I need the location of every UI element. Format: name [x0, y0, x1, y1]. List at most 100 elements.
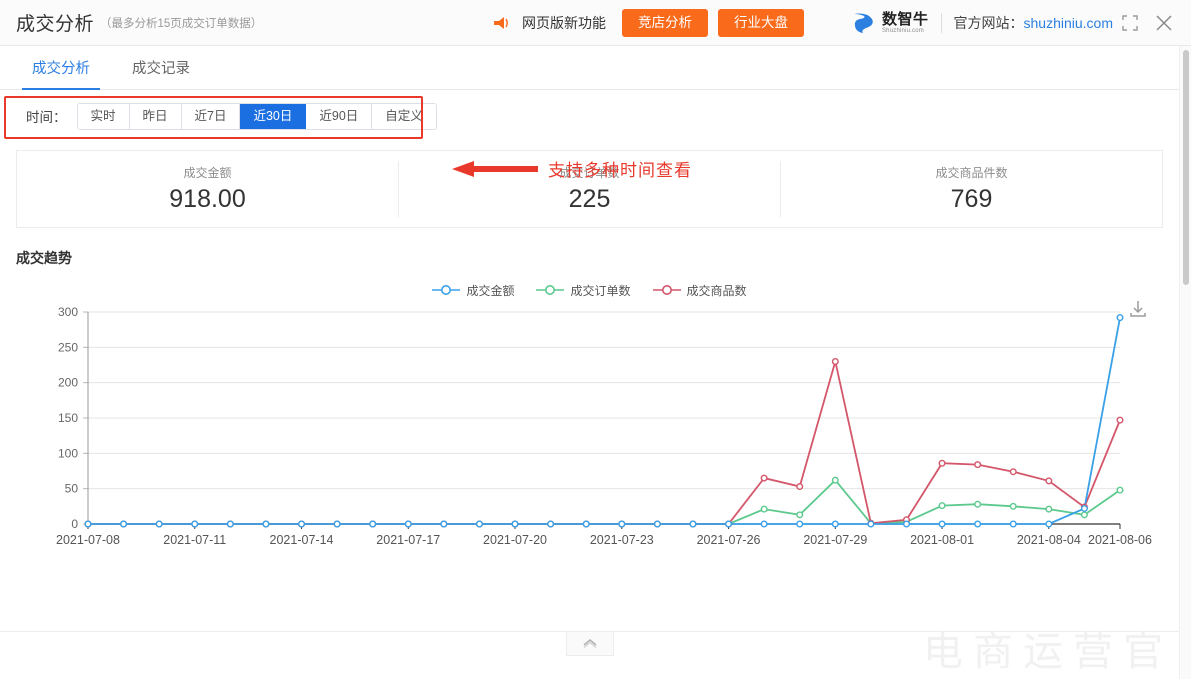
legend-label-1: 成交订单数 [570, 283, 631, 298]
time-option-custom[interactable]: 自定义 [372, 103, 436, 129]
legend-item-2[interactable]: 成交商品数 [652, 282, 747, 299]
legend-item-0[interactable]: 成交金额 [432, 282, 514, 299]
data-point[interactable] [902, 520, 910, 528]
y-tick-label: 300 [58, 305, 78, 319]
data-point[interactable] [1080, 504, 1088, 512]
y-tick-label: 0 [71, 517, 78, 531]
legend-item-1[interactable]: 成交订单数 [536, 282, 631, 299]
series-line-1 [88, 478, 1121, 525]
data-point[interactable] [440, 520, 448, 528]
data-point[interactable] [369, 520, 377, 528]
site-label: 官方网站： [953, 15, 1024, 31]
time-option-90days[interactable]: 近90日 [306, 103, 373, 129]
time-option-yesterday[interactable]: 昨日 [129, 103, 182, 129]
data-point[interactable] [1080, 511, 1088, 519]
data-point[interactable] [1045, 505, 1053, 513]
divider [940, 13, 942, 33]
series-line-2 [88, 361, 1121, 525]
data-point[interactable] [155, 520, 163, 528]
content-area: 成交分析 成交记录 时间： 实时 昨日 近7日 近30日 近90日 自定义 支持… [0, 46, 1179, 679]
tab-bar: 成交分析 成交记录 [0, 46, 1179, 90]
data-point[interactable] [120, 520, 128, 528]
site-link[interactable]: shuzhiniu.com [1024, 15, 1114, 31]
data-point[interactable] [938, 520, 946, 528]
watermark: 电商运营官 [923, 629, 1173, 675]
collapse-button[interactable] [566, 632, 614, 656]
time-option-30days[interactable]: 近30日 [240, 103, 307, 129]
x-tick-label: 2021-08-01 [910, 533, 974, 547]
kpi-items: 成交商品件数 769 [781, 161, 1162, 217]
data-point[interactable] [404, 520, 412, 528]
data-point[interactable] [226, 520, 234, 528]
data-point[interactable] [938, 459, 946, 467]
data-point[interactable] [1116, 416, 1124, 424]
data-point[interactable] [84, 520, 92, 528]
industry-board-button[interactable]: 行业大盘 [718, 9, 804, 37]
filter-bar: 时间： 实时 昨日 近7日 近30日 近90日 自定义 [0, 90, 1179, 142]
y-tick-label: 100 [58, 446, 78, 460]
data-point[interactable] [298, 520, 306, 528]
data-point[interactable] [831, 520, 839, 528]
data-point[interactable] [938, 502, 946, 510]
data-point[interactable] [191, 520, 199, 528]
data-point[interactable] [760, 474, 768, 482]
data-point[interactable] [1009, 520, 1017, 528]
compete-analysis-button[interactable]: 竞店分析 [622, 9, 708, 37]
x-tick-label: 2021-07-20 [483, 533, 547, 547]
data-point[interactable] [475, 520, 483, 528]
chart-section-title: 成交趋势 [16, 250, 72, 266]
tab-chengjiao-fenxi[interactable]: 成交分析 [22, 57, 100, 90]
data-point[interactable] [760, 505, 768, 513]
data-point[interactable] [582, 520, 590, 528]
legend-label-0: 成交金额 [466, 283, 515, 298]
title-bar-right: 数智牛 Shuzhiniu.com 官方网站： shuzhiniu.com [851, 0, 1191, 46]
data-point[interactable] [511, 520, 519, 528]
page-title: 成交分析 [16, 14, 95, 35]
tab-chengjiao-jilu[interactable]: 成交记录 [128, 57, 194, 89]
time-option-realtime[interactable]: 实时 [77, 103, 130, 129]
page-subtitle: （最多分析15页成交订单数据） [100, 17, 263, 30]
close-button[interactable] [1147, 6, 1181, 40]
data-point[interactable] [974, 461, 982, 469]
annotation-text: 支持多种时间查看 [548, 161, 692, 180]
data-point[interactable] [1045, 477, 1053, 485]
data-point[interactable] [1009, 468, 1017, 476]
data-point[interactable] [796, 511, 804, 519]
chart-plot-area: 0 50 100 150 200 250 300 2021-07-08 2021-07-11 20… [16, 304, 1163, 554]
kpi-amount-value: 918.00 [169, 185, 246, 213]
kpi-amount-label: 成交金额 [183, 166, 232, 180]
data-point[interactable] [1116, 486, 1124, 494]
y-tick-label: 150 [58, 411, 78, 425]
data-point[interactable] [547, 520, 555, 528]
brand-sub: Shuzhiniu.com [881, 28, 924, 34]
data-point[interactable] [1009, 502, 1017, 510]
data-point[interactable] [1116, 314, 1124, 322]
data-point[interactable] [796, 520, 804, 528]
data-point[interactable] [974, 520, 982, 528]
data-point[interactable] [974, 500, 982, 508]
time-option-7days[interactable]: 近7日 [181, 103, 241, 129]
data-point[interactable] [796, 483, 804, 491]
data-point[interactable] [725, 520, 733, 528]
scrollbar-thumb[interactable] [1183, 50, 1189, 285]
data-point[interactable] [689, 520, 697, 528]
data-point[interactable] [262, 520, 270, 528]
vertical-scrollbar[interactable] [1179, 46, 1191, 679]
x-tick-label: 2021-07-29 [803, 533, 867, 547]
fullscreen-button[interactable] [1113, 6, 1147, 40]
data-point[interactable] [653, 520, 661, 528]
data-point[interactable] [618, 520, 626, 528]
data-point[interactable] [333, 520, 341, 528]
fullscreen-icon [1122, 15, 1138, 31]
data-point[interactable] [867, 520, 875, 528]
x-tick-label: 2021-07-23 [590, 533, 654, 547]
data-point[interactable] [1045, 520, 1053, 528]
data-point[interactable] [760, 520, 768, 528]
title-bar: 成交分析 （最多分析15页成交订单数据） 网页版新功能 竞店分析 行业大盘 数智… [0, 0, 1191, 46]
brand-text: 数智牛 Shuzhiniu.com [882, 12, 929, 34]
data-point[interactable] [831, 476, 839, 484]
x-tick-label: 2021-08-04 [1017, 533, 1081, 547]
data-point[interactable] [831, 357, 839, 365]
y-tick-label: 50 [65, 482, 79, 496]
y-tick-label: 200 [58, 376, 78, 390]
